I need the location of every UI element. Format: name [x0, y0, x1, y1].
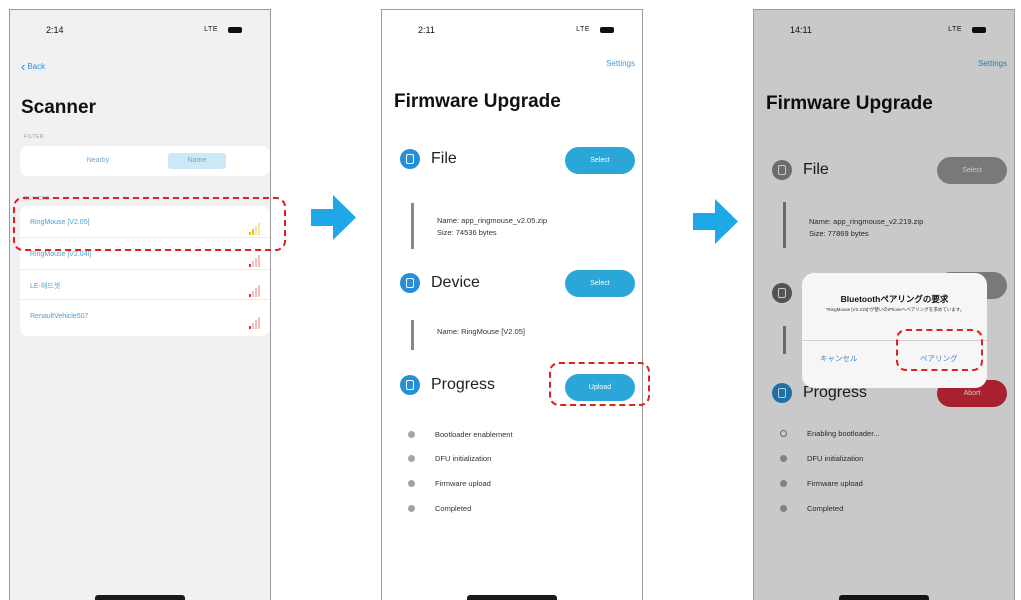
device-name: RenaultVehicle507: [30, 313, 89, 320]
device-highlight: [13, 197, 286, 251]
status-time: 2:11: [418, 25, 435, 35]
select-file-button[interactable]: Select: [565, 147, 635, 174]
filter-name[interactable]: Name: [168, 153, 226, 169]
step-active-icon: [780, 430, 787, 437]
filter-label: FILTER: [24, 134, 44, 140]
status-network: LTE: [576, 26, 590, 33]
signal-strength-icon: [248, 279, 260, 297]
file-size: Size: 74536 bytes: [437, 228, 497, 237]
status-time: 2:14: [46, 25, 64, 35]
device-name: Name: RingMouse [V2.05]: [437, 327, 525, 336]
settings-link[interactable]: Settings: [606, 59, 635, 68]
step-label: Enabling bootloader...: [807, 429, 880, 438]
step-dot-icon: [408, 431, 415, 438]
dialog-title: Bluetoothペアリングの要求: [840, 294, 949, 304]
step-dot-icon: [408, 455, 415, 462]
step-dot-icon: [780, 505, 787, 512]
device-row[interactable]: RenaultVehicle507: [20, 302, 270, 332]
step-label: DFU initialization: [807, 454, 864, 463]
status-time: 14:11: [790, 25, 812, 35]
step-dot-icon: [408, 480, 415, 487]
step-dot-icon: [780, 455, 787, 462]
device-name: LE-헤드셋: [30, 283, 61, 290]
page-title: Firmware Upgrade: [766, 93, 933, 114]
section-file: File: [431, 150, 457, 167]
home-indicator: [467, 595, 557, 600]
file-icon: [772, 160, 792, 180]
progress-icon: [772, 383, 792, 403]
status-network: LTE: [948, 26, 962, 33]
divider: [411, 203, 414, 249]
firmware-upgrade-screen: 2:11 LTE Settings Firmware Upgrade File …: [381, 9, 643, 600]
divider: [411, 320, 414, 350]
device-icon: [400, 273, 420, 293]
divider: [783, 326, 786, 354]
device-name: RingMouse [V2.04I]: [30, 251, 92, 258]
file-info: Name: app_ringmouse_v2.05.zip Size: 7453…: [437, 215, 547, 239]
step-label: Completed: [807, 504, 844, 513]
home-indicator: [839, 595, 929, 600]
step-dot-icon: [408, 505, 415, 512]
status-bar: 2:14 LTE: [10, 22, 270, 38]
file-name: Name: app_ringmouse_v2.219.zip: [809, 217, 924, 226]
file-icon: [400, 149, 420, 169]
page-title: Scanner: [21, 97, 96, 118]
signal-strength-icon: [248, 311, 260, 329]
step-dot-icon: [780, 480, 787, 487]
section-file: File: [803, 161, 829, 178]
status-network: LTE: [204, 26, 218, 33]
page-title: Firmware Upgrade: [394, 91, 561, 112]
scanner-screen: 2:14 LTE ‹ Back Scanner FILTER Nearby Nam…: [9, 9, 271, 600]
chevron-left-icon: ‹: [21, 59, 26, 74]
file-name: Name: app_ringmouse_v2.05.zip: [437, 216, 548, 225]
file-size: Size: 77869 bytes: [809, 229, 869, 238]
upload-highlight: [549, 362, 650, 406]
filter-nearby[interactable]: Nearby: [74, 153, 122, 169]
section-device: Device: [431, 274, 480, 291]
step-label: Firmware upload: [807, 479, 863, 488]
file-info: Name: app_ringmouse_v2.219.zip Size: 778…: [809, 216, 923, 240]
back-button[interactable]: ‹ Back: [21, 59, 45, 74]
device-row[interactable]: LE-헤드셋: [20, 270, 270, 300]
pair-highlight: [896, 329, 983, 371]
signal-strength-icon: [248, 249, 260, 267]
section-progress: Progress: [431, 376, 496, 393]
dialog-message: "RingMouse [V2.219]"が使いのiPhoneへペアリングを求めて…: [825, 307, 965, 312]
progress-icon: [400, 375, 420, 395]
back-label: Back: [27, 62, 46, 71]
arrow-right-icon: [311, 195, 356, 240]
filter-segmented-control: Nearby Name: [20, 146, 270, 176]
cancel-button[interactable]: キャンセル: [820, 353, 858, 364]
status-bar: 14:11 LTE: [754, 22, 1014, 38]
step-label: Bootloader enablement: [435, 430, 513, 439]
select-file-button[interactable]: Select: [937, 157, 1007, 184]
firmware-upgrade-pairing-screen: 14:11 LTE Settings Firmware Upgrade File…: [753, 9, 1015, 600]
divider: [783, 202, 786, 248]
battery-icon: [972, 27, 986, 33]
battery-icon: [228, 27, 242, 33]
arrow-right-icon: [693, 199, 738, 244]
battery-icon: [600, 27, 614, 33]
step-label: Completed: [435, 504, 472, 513]
select-device-button[interactable]: Select: [565, 270, 635, 297]
settings-link[interactable]: Settings: [978, 59, 1007, 68]
home-indicator: [95, 595, 185, 600]
step-label: DFU initialization: [435, 454, 492, 463]
device-icon: [772, 283, 792, 303]
step-label: Firmware upload: [435, 479, 491, 488]
status-bar: 2:11 LTE: [382, 22, 642, 38]
